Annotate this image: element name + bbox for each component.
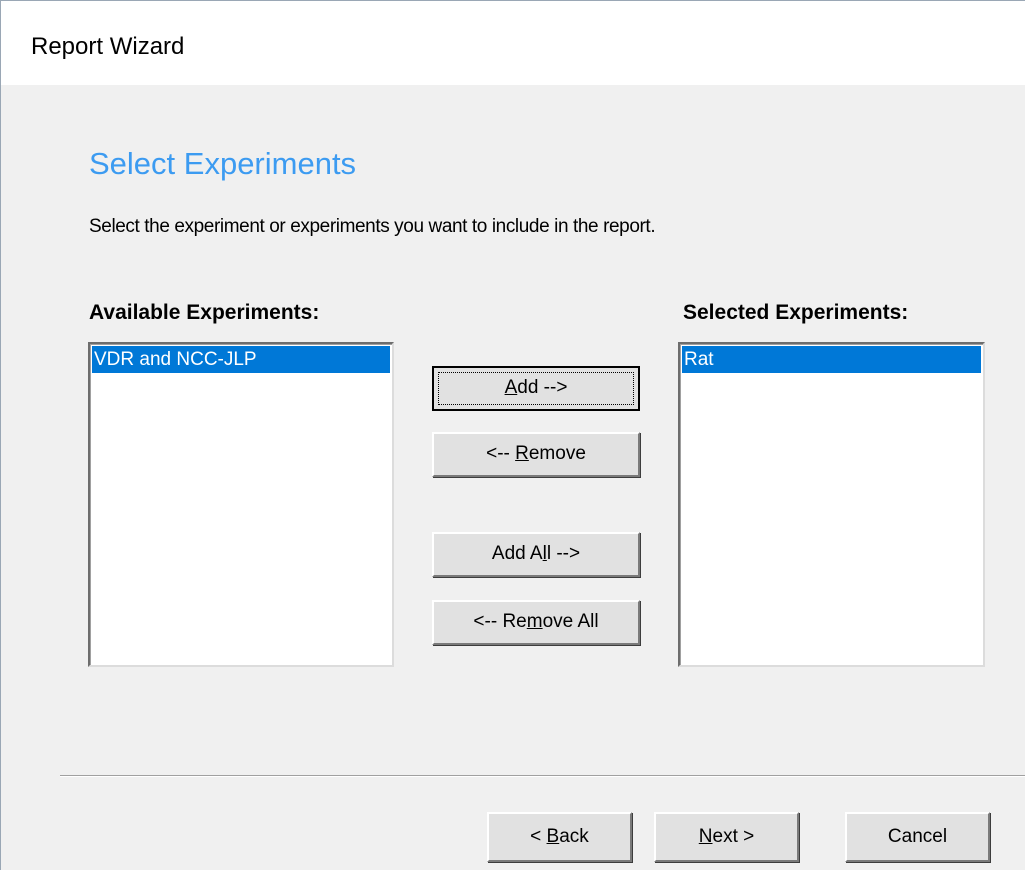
selected-experiments-label: Selected Experiments:: [683, 301, 909, 324]
back-button-label: < Back: [530, 826, 589, 847]
title-bar[interactable]: Report Wizard: [1, 1, 1025, 85]
footer-separator: [60, 775, 1025, 777]
remove-all-button-label: <-- Remove All: [473, 611, 599, 632]
cancel-button-label: Cancel: [887, 826, 948, 847]
add-button-label: Add -->: [504, 377, 568, 398]
add-all-button-label: Add All -->: [491, 543, 581, 564]
mnemonic-letter: B: [546, 826, 560, 847]
add-button[interactable]: Add -->: [432, 366, 640, 411]
list-item[interactable]: VDR and NCC-JLP: [92, 346, 390, 373]
page-heading: Select Experiments: [89, 146, 357, 181]
selected-experiments-list[interactable]: Rat: [678, 342, 985, 667]
mnemonic-letter: l: [542, 543, 547, 564]
page-instruction: Select the experiment or experiments you…: [89, 216, 656, 237]
back-button[interactable]: < Back: [487, 812, 632, 862]
add-all-button[interactable]: Add All -->: [432, 532, 640, 577]
mnemonic-letter: A: [504, 377, 518, 398]
available-experiments-list[interactable]: VDR and NCC-JLP: [88, 342, 394, 667]
remove-button[interactable]: <-- Remove: [432, 432, 640, 477]
remove-button-label: <-- Remove: [486, 443, 586, 464]
report-wizard-window: Report Wizard Select Experiments Select …: [0, 0, 1025, 870]
list-item[interactable]: Rat: [682, 346, 981, 373]
next-button-label: Next >: [698, 826, 755, 847]
mnemonic-letter: m: [526, 611, 543, 632]
mnemonic-letter: N: [698, 826, 713, 847]
window-title: Report Wizard: [31, 33, 185, 60]
available-experiments-label: Available Experiments:: [89, 301, 320, 324]
mnemonic-letter: R: [515, 443, 529, 464]
remove-all-button[interactable]: <-- Remove All: [432, 600, 640, 645]
cancel-button[interactable]: Cancel: [845, 812, 990, 862]
next-button[interactable]: Next >: [654, 812, 799, 862]
